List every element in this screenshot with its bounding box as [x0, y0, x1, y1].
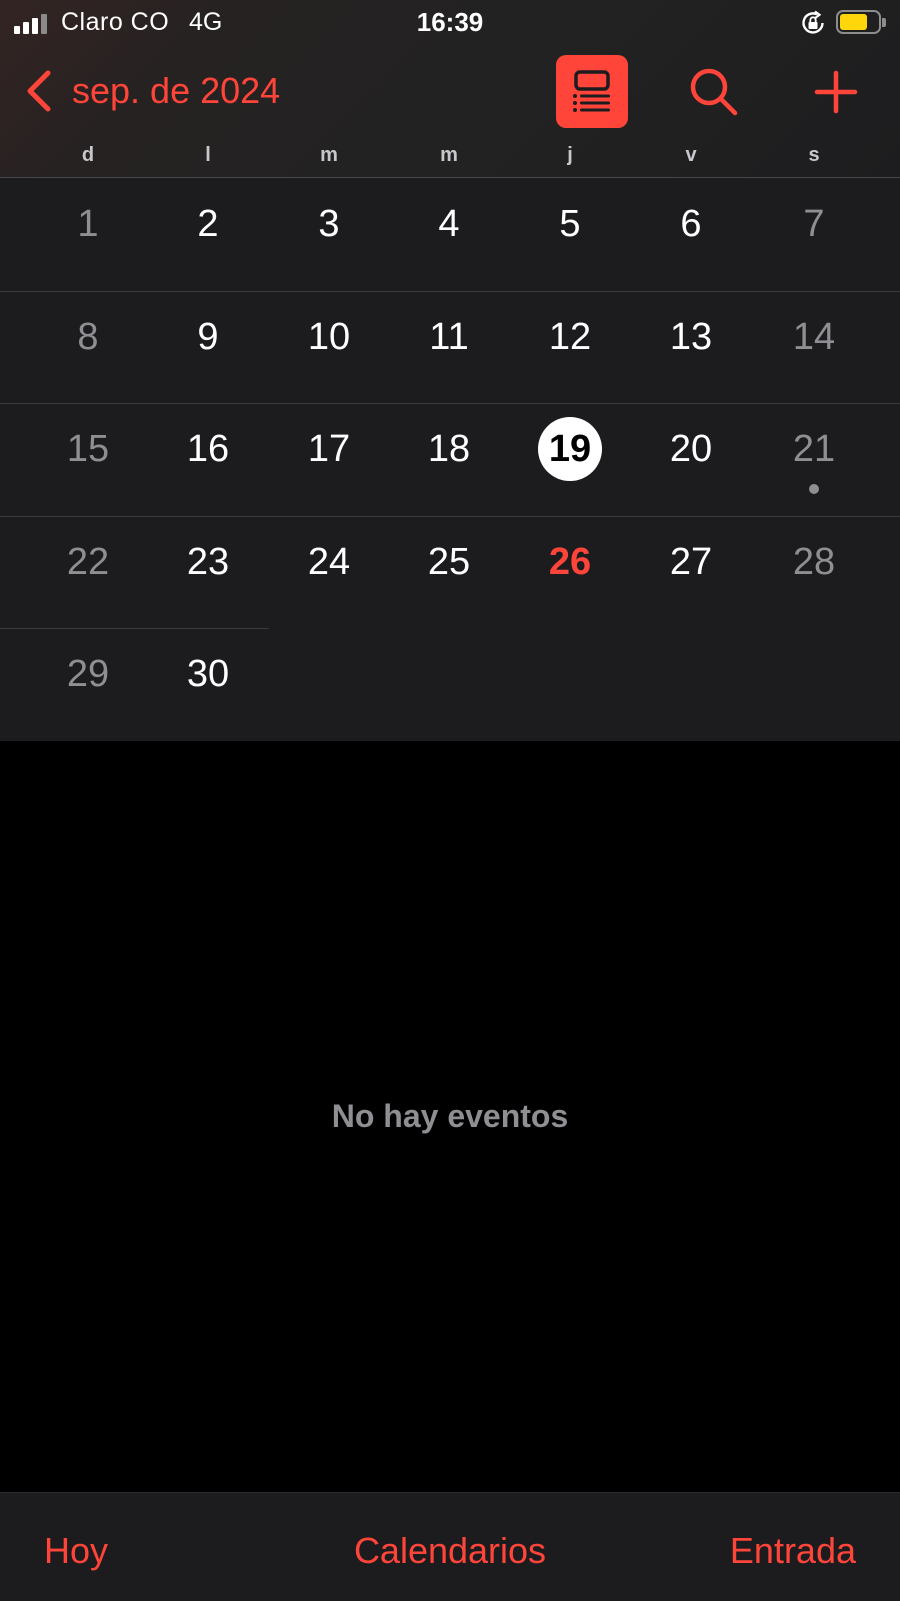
day-number: 17: [307, 428, 351, 470]
day-cell-selected[interactable]: 19: [520, 403, 620, 503]
day-cell[interactable]: 22: [38, 516, 138, 616]
day-number: 6: [680, 203, 702, 245]
day-number: 26: [548, 541, 592, 583]
day-number: 3: [318, 203, 340, 245]
day-cell[interactable]: 23: [158, 516, 258, 616]
bottom-toolbar: Hoy Calendarios Entrada: [0, 1492, 900, 1601]
day-cell[interactable]: 15: [38, 403, 138, 503]
day-number: 9: [197, 316, 219, 358]
day-number: 21: [792, 428, 836, 470]
empty-events-message: No hay eventos: [331, 1098, 569, 1134]
day-cell[interactable]: 11: [399, 291, 499, 391]
inbox-button[interactable]: Entrada: [730, 1530, 856, 1572]
day-cell[interactable]: 30: [158, 628, 258, 728]
battery-icon: [836, 10, 886, 35]
day-cell[interactable]: 20: [641, 403, 741, 503]
day-cell[interactable]: 7: [764, 178, 864, 278]
month-title: sep. de 2024: [72, 70, 281, 111]
day-number: 2: [197, 203, 219, 245]
day-cell[interactable]: 27: [641, 516, 741, 616]
day-cell[interactable]: 1: [38, 178, 138, 278]
header-area: Claro CO 4G 16:39 sep. de 2024 d l m m j…: [0, 0, 900, 178]
plus-icon: [814, 70, 858, 114]
day-number: 25: [427, 541, 471, 583]
day-cell[interactable]: 17: [279, 403, 379, 503]
day-number: 27: [669, 541, 713, 583]
day-number: 1: [77, 203, 99, 245]
weekday-label: v: [685, 144, 697, 166]
search-icon: [690, 68, 738, 116]
day-number: 20: [669, 428, 713, 470]
day-cell[interactable]: 6: [641, 178, 741, 278]
weekday-header: d l m m j v s: [0, 144, 900, 178]
chevron-left-icon: [27, 70, 51, 112]
day-number: 12: [548, 316, 592, 358]
day-number: 23: [186, 541, 230, 583]
day-number: 22: [66, 541, 110, 583]
day-number: 10: [307, 316, 351, 358]
day-cell[interactable]: 28: [764, 516, 864, 616]
status-bar: Claro CO 4G 16:39: [0, 0, 900, 46]
orientation-lock-icon: [802, 10, 824, 34]
month-grid: 1 2 3 4 5 6 7 8 9 10 11 12 13 14 15 16 17 18 19 20 21 22 23 24 2…: [0, 178, 900, 742]
day-number: 28: [792, 541, 836, 583]
day-cell[interactable]: 18: [399, 403, 499, 503]
day-number: 30: [186, 653, 230, 695]
day-cell[interactable]: 29: [38, 628, 138, 728]
events-list: No hay eventos: [0, 741, 900, 1492]
day-cell-today[interactable]: 26: [520, 516, 620, 616]
back-button[interactable]: sep. de 2024: [24, 66, 280, 116]
weekday-label: m: [320, 144, 338, 166]
day-cell[interactable]: 13: [641, 291, 741, 391]
day-number: 15: [66, 428, 110, 470]
day-cell[interactable]: 9: [158, 291, 258, 391]
day-number: 13: [669, 316, 713, 358]
weekday-label: s: [808, 144, 820, 166]
day-cell[interactable]: 10: [279, 291, 379, 391]
day-cell[interactable]: 24: [279, 516, 379, 616]
day-number: 4: [438, 203, 460, 245]
navigation-bar: sep. de 2024: [0, 46, 900, 146]
day-number: 24: [307, 541, 351, 583]
day-number: 8: [77, 316, 99, 358]
weekday-label: l: [205, 144, 211, 166]
event-indicator-dot: [809, 484, 819, 494]
day-cell[interactable]: 8: [38, 291, 138, 391]
weekday-label: m: [440, 144, 458, 166]
day-cell[interactable]: 12: [520, 291, 620, 391]
day-cell[interactable]: 14: [764, 291, 864, 391]
search-button[interactable]: [682, 60, 746, 124]
day-number: 16: [186, 428, 230, 470]
day-cell[interactable]: 2: [158, 178, 258, 278]
day-cell[interactable]: 21: [764, 403, 864, 503]
day-number: 7: [803, 203, 825, 245]
day-cell[interactable]: 5: [520, 178, 620, 278]
day-number: 11: [429, 316, 469, 358]
weekday-label: d: [81, 144, 95, 166]
day-number: 14: [792, 316, 836, 358]
day-number: 18: [427, 428, 471, 470]
day-cell[interactable]: 3: [279, 178, 379, 278]
weekday-label: j: [567, 144, 573, 166]
add-event-button[interactable]: [804, 60, 868, 124]
day-number: 19: [538, 417, 602, 481]
list-view-icon: [573, 69, 610, 112]
list-view-button[interactable]: [556, 55, 628, 128]
status-time: 16:39: [416, 7, 484, 37]
day-cell[interactable]: 25: [399, 516, 499, 616]
day-cell[interactable]: 4: [399, 178, 499, 278]
day-cell[interactable]: 16: [158, 403, 258, 503]
day-number: 29: [66, 653, 110, 695]
today-button[interactable]: Hoy: [44, 1530, 108, 1572]
calendars-button[interactable]: Calendarios: [354, 1530, 546, 1571]
day-number: 5: [559, 203, 581, 245]
